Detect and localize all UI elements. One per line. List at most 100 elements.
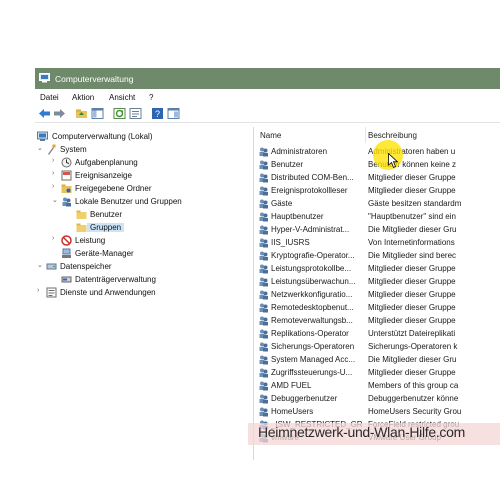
- group-description: Debuggerbenutzer könne: [368, 394, 459, 403]
- window-title: Computerverwaltung: [55, 74, 134, 84]
- group-description: HomeUsers Security Grou: [368, 407, 462, 416]
- group-description: "Hauptbenutzer" sind ein: [368, 212, 456, 221]
- properties-icon[interactable]: [167, 107, 180, 120]
- group-name: Zugriffssteuerungs-U...: [271, 368, 353, 377]
- svg-text:?: ?: [155, 109, 160, 119]
- group-description: Mitglieder dieser Gruppe: [368, 186, 456, 195]
- menu-datei[interactable]: Datei: [40, 93, 59, 102]
- list-row[interactable]: Sicherungs-Operatoren Sicherungs-Operator…: [256, 340, 500, 353]
- up-folder-icon[interactable]: [75, 107, 88, 120]
- group-icon: [259, 173, 268, 183]
- chevron-down-icon[interactable]: ⌄: [37, 261, 45, 269]
- menu-aktion[interactable]: Aktion: [72, 93, 94, 102]
- group-icon: [259, 160, 268, 170]
- refresh-icon[interactable]: [113, 107, 126, 120]
- group-icon: [259, 368, 268, 378]
- tree-label: Datenspeicher: [60, 262, 112, 271]
- group-description: Mitglieder dieser Gruppe: [368, 173, 456, 182]
- list-row[interactable]: Leistungsprotokollbe... Mitglieder dieser…: [256, 262, 500, 275]
- group-name: Distributed COM-Ben...: [271, 173, 354, 182]
- list-row[interactable]: Gäste Gäste besitzen standardm: [256, 197, 500, 210]
- list-row[interactable]: Remoteverwaltungsb... Mitglieder dieser G…: [256, 314, 500, 327]
- group-name: Administratoren: [271, 147, 328, 156]
- group-name: Netzwerkkonfiguratio...: [271, 290, 353, 299]
- help-icon[interactable]: ?: [151, 107, 164, 120]
- group-icon: [259, 407, 268, 417]
- chevron-right-icon[interactable]: ›: [37, 287, 45, 294]
- chevron-right-icon[interactable]: ›: [52, 157, 60, 164]
- group-name: Leistungsüberwachun...: [271, 277, 356, 286]
- back-arrow-icon[interactable]: [38, 107, 51, 120]
- tree-label: Benutzer: [90, 210, 123, 219]
- folder-icon: [76, 223, 87, 232]
- group-name: Gäste: [271, 199, 293, 208]
- computer-management-icon: [39, 73, 50, 83]
- list-row[interactable]: Distributed COM-Ben... Mitglieder dieser …: [256, 171, 500, 184]
- group-description: Mitglieder dieser Gruppe: [368, 290, 456, 299]
- shared-folder-icon: [61, 184, 72, 193]
- computer-management-window: Computerverwaltung Datei Aktion Ansicht …: [35, 68, 500, 460]
- list-row[interactable]: Ereignisprotokollleser Mitglieder dieser …: [256, 184, 500, 197]
- menu-bar: Datei Aktion Ansicht ?: [35, 90, 500, 104]
- chevron-right-icon[interactable]: ›: [52, 183, 60, 190]
- tree-label: Geräte-Manager: [75, 249, 134, 258]
- services-icon: [46, 287, 57, 298]
- title-bar[interactable]: Computerverwaltung: [35, 68, 500, 89]
- export-list-icon[interactable]: [129, 107, 142, 120]
- console-tree: Computerverwaltung (Lokal) ⌄ System › Au…: [35, 127, 254, 460]
- chevron-down-icon[interactable]: ⌄: [37, 144, 45, 152]
- tree-label: Computerverwaltung (Lokal): [52, 132, 153, 141]
- group-icon: [259, 290, 268, 300]
- list-row[interactable]: IIS_IUSRS Von Internetinformations: [256, 236, 500, 249]
- chevron-down-icon[interactable]: ⌄: [52, 196, 60, 204]
- list-row[interactable]: System Managed Acc... Die Mitglieder dies…: [256, 353, 500, 366]
- chevron-right-icon[interactable]: ›: [52, 235, 60, 242]
- group-description: Mitglieder dieser Gruppe: [368, 316, 456, 325]
- group-description: Mitglieder dieser Gruppe: [368, 303, 456, 312]
- group-icon: [259, 316, 268, 326]
- tree-label: Datenträgerverwaltung: [75, 275, 156, 284]
- list-row[interactable]: Leistungsüberwachun... Mitglieder dieser …: [256, 275, 500, 288]
- group-icon: [259, 329, 268, 339]
- group-description: Mitglieder dieser Gruppe: [368, 277, 456, 286]
- toolbar: ?: [35, 105, 500, 123]
- show-hide-tree-icon[interactable]: [91, 107, 104, 120]
- group-description: Von Internetinformations: [368, 238, 455, 247]
- group-description: Die Mitglieder dieser Gru: [368, 355, 457, 364]
- tree-label: Gruppen: [87, 223, 125, 232]
- group-icon: [259, 225, 268, 235]
- list-row[interactable]: Debuggerbenutzer Debuggerbenutzer könne: [256, 392, 500, 405]
- group-name: Remoteverwaltungsb...: [271, 316, 353, 325]
- group-icon: [259, 212, 268, 222]
- group-description: Mitglieder dieser Gruppe: [368, 264, 456, 273]
- list-row[interactable]: HomeUsers HomeUsers Security Grou: [256, 405, 500, 418]
- list-row[interactable]: Netzwerkkonfiguratio... Mitglieder dieser…: [256, 288, 500, 301]
- group-icon: [259, 238, 268, 248]
- group-description: Unterstützt Dateireplikati: [368, 329, 456, 338]
- tree-label: Leistung: [75, 236, 106, 245]
- menu-help[interactable]: ?: [149, 93, 153, 102]
- group-description: Die Mitglieder sind berec: [368, 251, 457, 260]
- list-row[interactable]: Remotedesktopbenut... Mitglieder dieser G…: [256, 301, 500, 314]
- list-row[interactable]: Hyper-V-Administrat... Die Mitglieder die…: [256, 223, 500, 236]
- tools-icon: [48, 144, 56, 155]
- list-row[interactable]: Zugriffssteuerungs-U... Mitglieder dieser…: [256, 366, 500, 379]
- disk-management-icon: [61, 276, 72, 283]
- list-row[interactable]: Replikations-Operator Unterstützt Dateire…: [256, 327, 500, 340]
- forward-arrow-icon[interactable]: [53, 107, 66, 120]
- group-icon: [259, 394, 268, 404]
- column-divider[interactable]: [365, 127, 366, 143]
- group-icon: [259, 264, 268, 274]
- list-row[interactable]: AMD FUEL Members of this group ca: [256, 379, 500, 392]
- groups-list: Name Beschreibung Administratoren Adminis…: [256, 127, 500, 460]
- group-icon: [259, 355, 268, 365]
- group-description: Gäste besitzen standardm: [368, 199, 462, 208]
- chevron-right-icon[interactable]: ›: [52, 170, 60, 177]
- menu-ansicht[interactable]: Ansicht: [109, 93, 135, 102]
- group-description: Members of this group ca: [368, 381, 459, 390]
- tree-label: System: [60, 145, 87, 154]
- group-name: Remotedesktopbenut...: [271, 303, 354, 312]
- list-row[interactable]: Hauptbenutzer "Hauptbenutzer" sind ein: [256, 210, 500, 223]
- mouse-cursor-icon: [388, 153, 398, 169]
- list-row[interactable]: Kryptografie-Operator... Die Mitglieder s…: [256, 249, 500, 262]
